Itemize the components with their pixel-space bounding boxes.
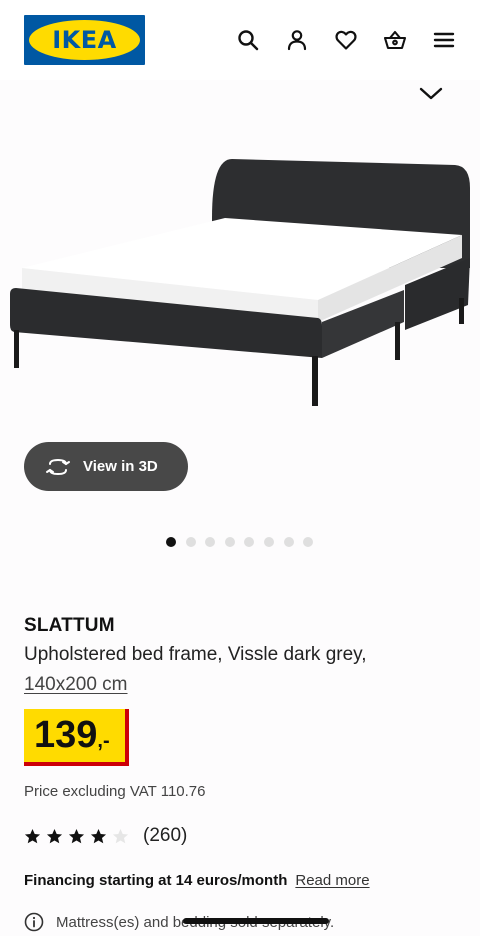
carousel-dot[interactable] [224, 537, 235, 547]
star-empty-icon [112, 828, 129, 843]
carousel-dot[interactable] [205, 537, 216, 547]
carousel-dot[interactable] [283, 537, 294, 547]
rating-stars [24, 828, 129, 845]
basket-icon[interactable] [381, 26, 409, 54]
view-3d-label: View in 3D [83, 458, 158, 475]
star-filled-icon [24, 828, 41, 843]
price-integer: 139 [34, 714, 98, 756]
price-excl-vat: Price excluding VAT 110.76 [24, 783, 206, 800]
carousel-dot[interactable] [263, 537, 274, 547]
carousel-dots [166, 537, 314, 547]
price-suffix: ,- [97, 730, 110, 752]
product-brand: SLATTUM [24, 615, 115, 636]
star-filled-icon [90, 828, 107, 843]
search-icon[interactable] [234, 26, 262, 54]
star-filled-icon [46, 828, 63, 843]
read-more-link[interactable]: Read more [295, 872, 369, 889]
account-icon[interactable] [283, 26, 311, 54]
rating-count: (260) [143, 825, 188, 846]
price-box: 139 ,- [24, 709, 125, 762]
site-header: IKEA [0, 0, 480, 80]
rotate-3d-icon [46, 458, 70, 475]
price-tag: 139 ,- [24, 709, 129, 766]
star-filled-icon [68, 828, 85, 843]
logo-text: IKEA [52, 26, 117, 54]
financing-text: Financing starting at 14 euros/month [24, 872, 288, 889]
carousel-dot[interactable] [185, 537, 196, 547]
product-description: Upholstered bed frame, Vissle dark grey, [24, 644, 367, 665]
financing-info: Financing starting at 14 euros/month Read… [24, 872, 370, 889]
info-icon [24, 912, 44, 932]
home-indicator [183, 918, 329, 924]
product-rating[interactable]: (260) [24, 824, 187, 848]
product-size-link[interactable]: 140x200 cm [24, 674, 128, 696]
carousel-dot[interactable] [244, 537, 255, 547]
ikea-logo[interactable]: IKEA [24, 15, 145, 65]
carousel-dot[interactable] [303, 537, 314, 547]
view-3d-button[interactable]: View in 3D [24, 442, 188, 491]
menu-icon[interactable] [430, 26, 458, 54]
carousel-dot[interactable] [166, 537, 176, 547]
heart-icon[interactable] [332, 26, 360, 54]
